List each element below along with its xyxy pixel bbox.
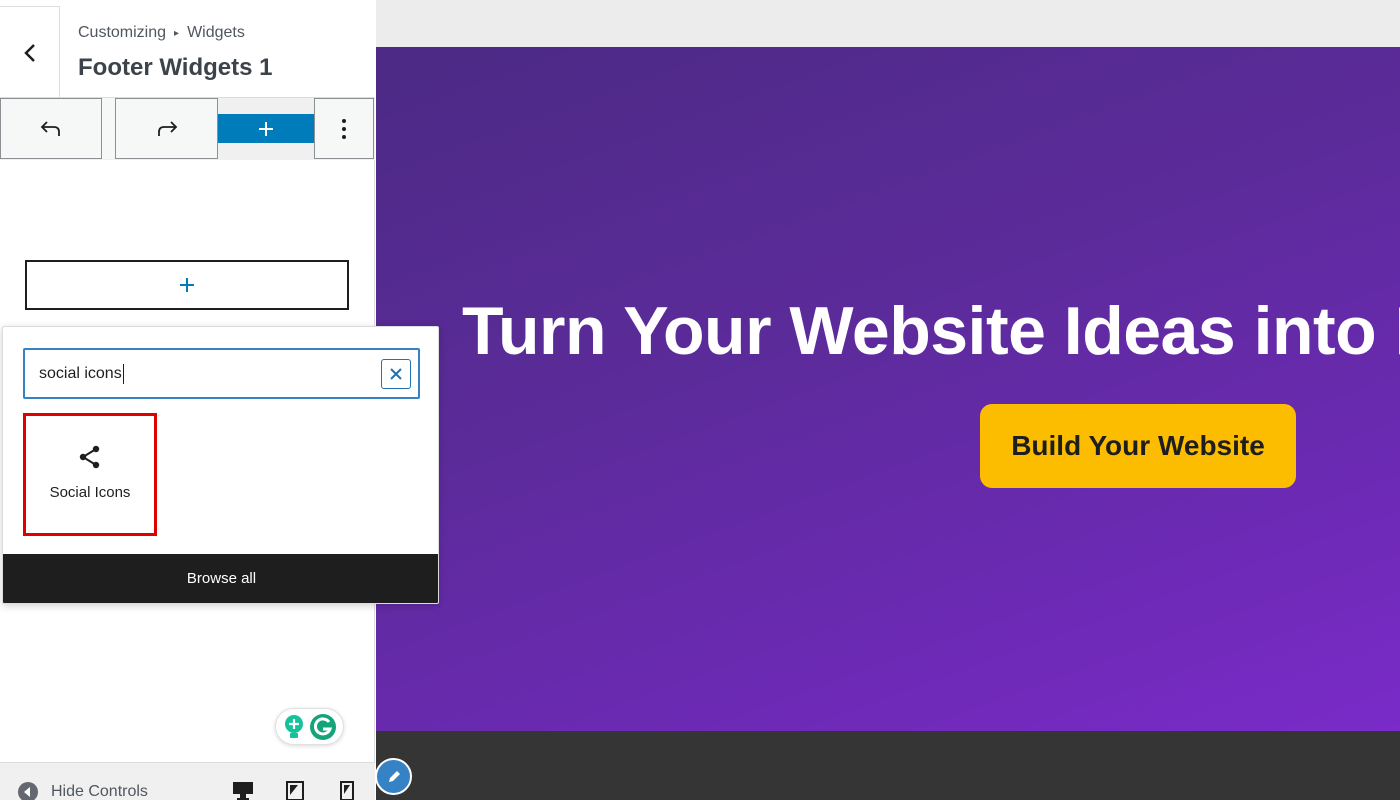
breadcrumb-child: Widgets <box>187 24 245 41</box>
block-search-field[interactable] <box>23 348 420 399</box>
hide-controls-button[interactable]: Hide Controls <box>17 781 148 800</box>
mobile-icon <box>340 781 354 800</box>
share-icon <box>77 444 103 470</box>
back-button[interactable] <box>0 6 60 98</box>
edit-shortcut-button[interactable] <box>375 758 412 795</box>
preview-top-bar <box>376 0 1400 47</box>
close-icon <box>390 368 402 380</box>
block-toolbar <box>0 98 375 160</box>
chevron-left-icon <box>23 43 35 62</box>
add-block-button[interactable] <box>218 114 314 143</box>
panel-footer: Hide Controls <box>0 762 375 800</box>
build-website-button[interactable]: Build Your Website <box>980 404 1296 488</box>
clear-search-button[interactable] <box>381 359 411 389</box>
lightbulb-icon <box>284 714 303 738</box>
text-caret <box>123 364 124 384</box>
toolbar-divider <box>101 98 116 159</box>
page-title: Footer Widgets 1 <box>78 54 273 81</box>
undo-button[interactable] <box>0 98 102 159</box>
panel-header: Customizing ▸ Widgets Footer Widgets 1 <box>0 0 375 98</box>
preview-mobile-button[interactable] <box>340 781 354 800</box>
preview-footer-area <box>376 731 1400 800</box>
browse-all-button[interactable]: Browse all <box>3 554 438 603</box>
redo-arrow-icon <box>157 120 177 136</box>
more-options-button[interactable] <box>314 98 374 159</box>
hero-headline: Turn Your Website Ideas into R <box>462 293 1400 369</box>
grammarly-icon <box>310 713 337 740</box>
block-appender-button[interactable] <box>25 260 349 310</box>
block-inserter-popover: Social Icons Browse all <box>2 326 439 604</box>
preview-desktop-button[interactable] <box>232 781 254 800</box>
block-result-label: Social Icons <box>49 484 131 501</box>
undo-arrow-icon <box>40 120 60 136</box>
hide-controls-label: Hide Controls <box>51 783 148 800</box>
preview-tablet-button[interactable] <box>286 781 304 800</box>
breadcrumb: Customizing ▸ Widgets <box>78 24 245 42</box>
breadcrumb-root: Customizing <box>78 24 167 41</box>
desktop-icon <box>233 782 253 800</box>
pencil-icon <box>388 770 400 782</box>
grammarly-widget[interactable] <box>275 708 344 745</box>
preview-hero-section: Turn Your Website Ideas into R Build You… <box>376 47 1400 731</box>
plus-icon <box>259 121 273 136</box>
vertical-ellipsis-icon <box>342 118 346 139</box>
collapse-circle-icon <box>18 782 38 800</box>
block-result-social-icons[interactable]: Social Icons <box>23 413 157 536</box>
breadcrumb-separator-icon: ▸ <box>174 27 180 39</box>
tablet-icon <box>286 781 304 800</box>
block-search-input[interactable] <box>39 362 369 386</box>
redo-button[interactable] <box>115 98 218 159</box>
plus-icon <box>180 278 194 292</box>
